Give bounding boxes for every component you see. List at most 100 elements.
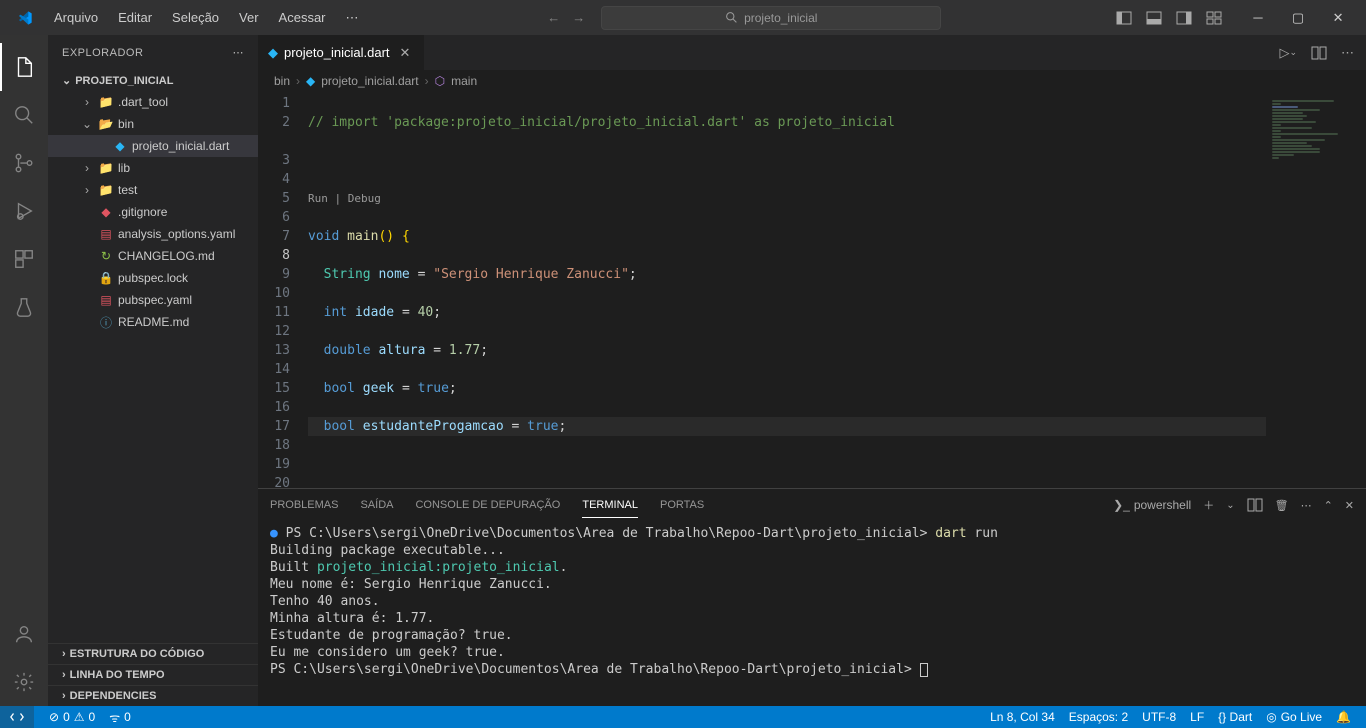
close-panel-icon[interactable]: ✕ bbox=[1345, 499, 1354, 512]
lock-icon: 🔒 bbox=[98, 271, 114, 285]
nav-back-icon[interactable]: ← bbox=[547, 10, 560, 25]
status-encoding[interactable]: UTF-8 bbox=[1135, 710, 1183, 724]
activity-account-icon[interactable] bbox=[0, 610, 48, 658]
layout-left-icon[interactable] bbox=[1116, 10, 1132, 26]
status-ports[interactable]: ᯤ0 bbox=[102, 709, 138, 726]
panel-tab-saida[interactable]: SAÍDA bbox=[360, 493, 393, 517]
tree-file-gitignore[interactable]: ◆.gitignore bbox=[48, 201, 258, 223]
layout-customize-icon[interactable] bbox=[1206, 10, 1222, 26]
info-icon: ⓘ bbox=[98, 314, 114, 331]
status-spaces[interactable]: Espaços: 2 bbox=[1062, 710, 1135, 724]
tree-file-changelog[interactable]: ↻CHANGELOG.md bbox=[48, 245, 258, 267]
status-language[interactable]: {} Dart bbox=[1211, 710, 1259, 724]
folder-icon: 📁 bbox=[98, 183, 114, 197]
panel-tab-portas[interactable]: PORTAS bbox=[660, 493, 704, 517]
tree-file-pubspec-lock[interactable]: 🔒pubspec.lock bbox=[48, 267, 258, 289]
tree-file-analysis-options[interactable]: ▤analysis_options.yaml bbox=[48, 223, 258, 245]
status-notifications-icon[interactable]: 🔔 bbox=[1329, 710, 1358, 724]
sidebar-more-icon[interactable]: ⋯ bbox=[233, 46, 245, 59]
status-eol[interactable]: LF bbox=[1183, 710, 1211, 724]
compare-icon[interactable] bbox=[1311, 45, 1327, 61]
panel-tab-terminal[interactable]: TERMINAL bbox=[582, 493, 638, 518]
close-button[interactable]: ✕ bbox=[1318, 0, 1358, 35]
tree-folder-lib[interactable]: ›📁lib bbox=[48, 157, 258, 179]
error-icon: ⊘ bbox=[49, 710, 59, 724]
activity-explorer-icon[interactable] bbox=[0, 43, 48, 91]
outline-section[interactable]: ›ESTRUTURA DO CÓDIGO bbox=[48, 643, 258, 664]
activity-debug-icon[interactable] bbox=[0, 187, 48, 235]
status-errors[interactable]: ⊘0 ⚠0 bbox=[42, 710, 102, 724]
terminal-shell-label[interactable]: ❯_ powershell bbox=[1113, 498, 1191, 512]
split-terminal-icon[interactable] bbox=[1247, 497, 1263, 513]
layout-bottom-icon[interactable] bbox=[1146, 10, 1162, 26]
chevron-right-icon: › bbox=[80, 95, 94, 109]
menu-editar[interactable]: Editar bbox=[110, 6, 160, 29]
activity-extensions-icon[interactable] bbox=[0, 235, 48, 283]
activity-git-icon[interactable] bbox=[0, 139, 48, 187]
dependencies-section[interactable]: ›DEPENDENCIES bbox=[48, 685, 258, 706]
close-tab-icon[interactable]: ✕ bbox=[396, 45, 415, 61]
folder-open-icon: 📂 bbox=[98, 117, 114, 131]
vscode-logo-icon bbox=[16, 9, 34, 27]
minimize-button[interactable]: ─ bbox=[1238, 0, 1278, 35]
yaml-icon: ▤ bbox=[98, 227, 114, 241]
code-content[interactable]: // import 'package:projeto_inicial/proje… bbox=[308, 92, 1266, 488]
changelog-icon: ↻ bbox=[98, 249, 114, 263]
layout-right-icon[interactable] bbox=[1176, 10, 1192, 26]
sidebar-explorer: EXPLORADOR ⋯ ⌄ PROJETO_INICIAL ›📁.dart_t… bbox=[48, 35, 258, 706]
chevron-right-icon: › bbox=[62, 669, 66, 681]
activity-bar bbox=[0, 35, 48, 706]
more-actions-icon[interactable]: ⋯ bbox=[1341, 45, 1354, 61]
maximize-panel-icon[interactable]: ⌃ bbox=[1324, 499, 1333, 512]
breadcrumbs[interactable]: bin › ◆ projeto_inicial.dart › ⬡ main bbox=[258, 70, 1366, 92]
editor-body[interactable]: 123456789101112131415161718192021 // imp… bbox=[258, 92, 1366, 488]
run-debug-icon[interactable]: ▷⌄ bbox=[1279, 45, 1297, 61]
search-placeholder: projeto_inicial bbox=[744, 11, 817, 25]
activity-search-icon[interactable] bbox=[0, 91, 48, 139]
menu-acessar[interactable]: Acessar bbox=[271, 6, 334, 29]
folder-icon: 📁 bbox=[98, 161, 114, 175]
activity-settings-icon[interactable] bbox=[0, 658, 48, 706]
minimap[interactable] bbox=[1266, 92, 1366, 488]
codelens-run-debug[interactable]: Run | Debug bbox=[308, 189, 1266, 208]
tab-projeto-inicial[interactable]: ◆ projeto_inicial.dart ✕ bbox=[258, 35, 425, 70]
kill-terminal-icon[interactable]: 🗑 bbox=[1275, 499, 1289, 512]
menu-overflow[interactable]: ⋯ bbox=[338, 6, 367, 30]
warning-icon: ⚠ bbox=[74, 710, 85, 724]
command-center-search[interactable]: projeto_inicial bbox=[601, 6, 941, 30]
activity-testing-icon[interactable] bbox=[0, 283, 48, 331]
panel-tab-console[interactable]: CONSOLE DE DEPURAÇÃO bbox=[415, 493, 560, 517]
panel-more-icon[interactable]: ⋯ bbox=[1301, 499, 1312, 512]
status-bar: ⊘0 ⚠0 ᯤ0 Ln 8, Col 34 Espaços: 2 UTF-8 L… bbox=[0, 706, 1366, 728]
new-terminal-icon[interactable]: ＋ bbox=[1203, 497, 1214, 513]
tree-folder-dart-tool[interactable]: ›📁.dart_tool bbox=[48, 91, 258, 113]
git-icon: ◆ bbox=[98, 205, 114, 219]
nav-forward-icon[interactable]: → bbox=[572, 10, 585, 25]
broadcast-icon: ◎ bbox=[1266, 710, 1276, 724]
timeline-section[interactable]: ›LINHA DO TEMPO bbox=[48, 664, 258, 685]
terminal-dropdown-icon[interactable]: ⌄ bbox=[1226, 500, 1234, 511]
tree-folder-bin[interactable]: ⌄📂bin bbox=[48, 113, 258, 135]
remote-indicator-icon[interactable] bbox=[0, 706, 34, 728]
chevron-down-icon: ⌄ bbox=[80, 117, 94, 131]
status-cursor[interactable]: Ln 8, Col 34 bbox=[983, 710, 1062, 724]
menu-ver[interactable]: Ver bbox=[231, 6, 267, 29]
panel-tab-problemas[interactable]: PROBLEMAS bbox=[270, 493, 338, 517]
project-root[interactable]: ⌄ PROJETO_INICIAL bbox=[48, 70, 258, 91]
file-tree: ›📁.dart_tool ⌄📂bin ◆projeto_inicial.dart… bbox=[48, 91, 258, 643]
chevron-right-icon: › bbox=[62, 690, 66, 702]
chevron-right-icon: › bbox=[425, 74, 429, 88]
chevron-right-icon: › bbox=[62, 648, 66, 660]
tree-folder-test[interactable]: ›📁test bbox=[48, 179, 258, 201]
menu-selecao[interactable]: Seleção bbox=[164, 6, 227, 29]
status-golive[interactable]: ◎Go Live bbox=[1259, 710, 1329, 724]
bottom-panel: PROBLEMAS SAÍDA CONSOLE DE DEPURAÇÃO TER… bbox=[258, 488, 1366, 706]
tree-file-readme[interactable]: ⓘREADME.md bbox=[48, 311, 258, 333]
terminal-output[interactable]: ● PS C:\Users\sergi\OneDrive\Documentos\… bbox=[258, 521, 1366, 706]
terminal-cursor bbox=[920, 663, 928, 677]
menu-arquivo[interactable]: Arquivo bbox=[46, 6, 106, 29]
tree-file-projeto-inicial-dart[interactable]: ◆projeto_inicial.dart bbox=[48, 135, 258, 157]
antenna-icon: ᯤ bbox=[109, 709, 120, 726]
tree-file-pubspec-yaml[interactable]: ▤pubspec.yaml bbox=[48, 289, 258, 311]
maximize-button[interactable]: ▢ bbox=[1278, 0, 1318, 35]
